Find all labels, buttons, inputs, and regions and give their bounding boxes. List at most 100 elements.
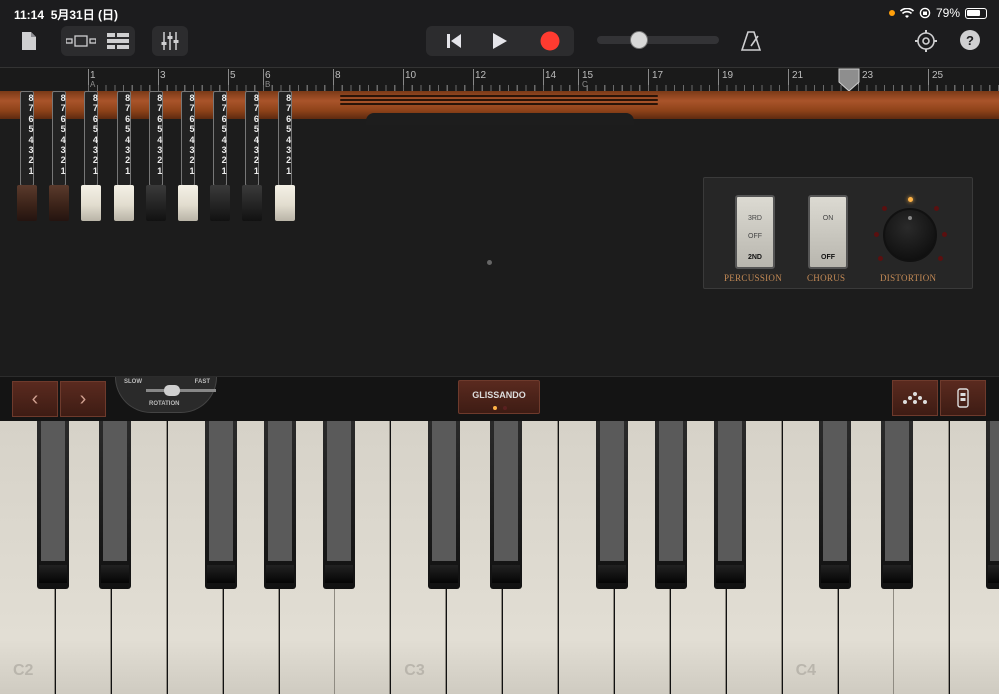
piano-keyboard: C2 C3 C4: [0, 421, 999, 694]
black-key[interactable]: [819, 421, 851, 589]
status-right: 79%: [888, 6, 987, 20]
black-key[interactable]: [714, 421, 746, 589]
drawbar-scale-digit: 1: [221, 165, 227, 176]
drawbar-scale-digit: 1: [157, 165, 163, 176]
document-icon[interactable]: [18, 28, 40, 54]
drawbar-knob[interactable]: [242, 185, 263, 221]
drawbar-scale-digit: 3: [253, 145, 259, 156]
drawbar-knob[interactable]: [49, 185, 70, 221]
recording-indicator: [888, 10, 895, 16]
status-time: 11:14 5月31日 (日): [14, 8, 119, 22]
drawbar-scale-digit: 8: [60, 93, 66, 103]
drawbar-scale-digit: 6: [60, 113, 66, 124]
ruler-bar-25: 25: [932, 70, 944, 81]
drawbar-scale-digit: 7: [286, 103, 292, 114]
master-volume-slider[interactable]: [597, 36, 719, 44]
ruler-bar-10: 10: [405, 70, 417, 81]
list-view-icon[interactable]: [101, 26, 135, 56]
metronome-icon[interactable]: [738, 28, 764, 54]
drawbar-knob[interactable]: [145, 185, 166, 221]
glissando-button[interactable]: GLISSANDO: [458, 380, 540, 414]
drawbar-scale-digit: 1: [253, 165, 259, 176]
drawbar-knob[interactable]: [178, 185, 198, 221]
playhead-marker[interactable]: [838, 68, 860, 92]
tracks-view-icon[interactable]: [63, 26, 99, 56]
drawbar-scale-digit: 3: [28, 145, 34, 156]
black-key[interactable]: [655, 421, 687, 589]
keyboard-settings-button[interactable]: [940, 380, 986, 416]
rotation-fast-label: FAST: [194, 379, 210, 385]
octave-up-button[interactable]: ›: [60, 381, 106, 417]
black-key[interactable]: [596, 421, 628, 589]
black-key[interactable]: [264, 421, 296, 589]
organ-control-panel: 3RD OFF 2ND PERCUSSION ON OFF CHORUS DIS…: [703, 177, 973, 289]
drawbar-knob[interactable]: [81, 185, 102, 221]
drawbar-scale: 87654321: [56, 93, 70, 176]
black-key[interactable]: [428, 421, 460, 589]
distortion-led: [882, 206, 887, 211]
drawbar-knob[interactable]: [210, 185, 231, 221]
rotation-lever-track: [146, 389, 216, 392]
drawbar-scale-digit: 4: [189, 134, 195, 145]
octave-down-button[interactable]: ‹: [12, 381, 58, 417]
drawbar-scale-digit: 8: [157, 93, 163, 103]
drawbar-rod: 87654321: [52, 91, 67, 186]
drawbar-rod: 87654321: [84, 91, 99, 186]
drawbar-scale: 87654321: [88, 93, 102, 176]
drawbar-scale-digit: 3: [286, 145, 292, 156]
keyboard-controls-strip: ‹ › SLOW FAST ROTATION GLISSANDO: [0, 376, 999, 421]
drawbar-scale-digit: 2: [189, 155, 195, 166]
settings-icon[interactable]: [913, 28, 939, 54]
ruler-bar-23: 23: [862, 70, 874, 81]
drawbar-scale-digit: 6: [125, 113, 131, 124]
drawbar-scale-digit: 8: [189, 93, 195, 103]
ruler-bar-5: 5: [230, 70, 236, 81]
drawbar-knob[interactable]: [113, 185, 134, 221]
drawbar-scale: 87654321: [153, 93, 167, 176]
drawbar-scale-digit: 2: [28, 155, 34, 166]
black-key[interactable]: [986, 421, 999, 589]
help-icon[interactable]: ?: [960, 30, 980, 50]
drawbar-scale-digit: 5: [221, 124, 227, 135]
play-icon[interactable]: [480, 26, 520, 56]
black-key[interactable]: [205, 421, 237, 589]
drawbar-scale-digit: 8: [253, 93, 259, 103]
ruler-bar-19: 19: [722, 70, 734, 81]
drawbar-scale-digit: 4: [286, 134, 292, 145]
drawbar-scale-digit: 7: [221, 103, 227, 114]
black-key[interactable]: [323, 421, 355, 589]
chorus-switch[interactable]: ON OFF: [808, 195, 848, 269]
drawbar-scale-digit: 1: [125, 165, 131, 176]
ruler-bar-17: 17: [652, 70, 664, 81]
drawbar-scale-digit: 7: [28, 103, 34, 114]
rotation-speed-switch[interactable]: SLOW FAST ROTATION: [115, 377, 217, 413]
black-key[interactable]: [37, 421, 69, 589]
record-icon[interactable]: [530, 26, 570, 56]
drawbar-scale: 87654321: [249, 93, 263, 176]
drawbar-scale-digit: 8: [125, 93, 131, 103]
drawbar-scale-digit: 5: [253, 124, 259, 135]
drawbar-scale-digit: 6: [157, 113, 163, 124]
go-to-start-icon[interactable]: [434, 26, 474, 56]
black-key[interactable]: [881, 421, 913, 589]
distortion-knob[interactable]: [883, 208, 937, 262]
percussion-switch[interactable]: 3RD OFF 2ND: [735, 195, 775, 269]
mixer-icon[interactable]: [152, 26, 188, 56]
drawbar-scale-digit: 3: [189, 145, 195, 156]
drawbar-scale-digit: 7: [189, 103, 195, 114]
drawbar-knob[interactable]: [17, 185, 37, 221]
drawbar-scale-digit: 7: [125, 103, 131, 114]
rotation-lever-handle[interactable]: [164, 385, 180, 396]
black-key[interactable]: [99, 421, 131, 589]
distortion-led: [942, 232, 947, 237]
drawbar-scale-digit: 5: [92, 124, 98, 135]
drawbar-scale-digit: 8: [286, 93, 292, 103]
master-volume-thumb[interactable]: [630, 31, 648, 49]
drawbar-rod: 87654321: [20, 91, 34, 186]
glissando-led-on: [493, 406, 497, 410]
black-key[interactable]: [490, 421, 522, 589]
arpeggiator-button[interactable]: [892, 380, 938, 416]
drawbar-knob[interactable]: [274, 185, 295, 221]
drawbar-scale-digit: 5: [28, 124, 34, 135]
drawbar-scale-digit: 3: [221, 145, 227, 156]
